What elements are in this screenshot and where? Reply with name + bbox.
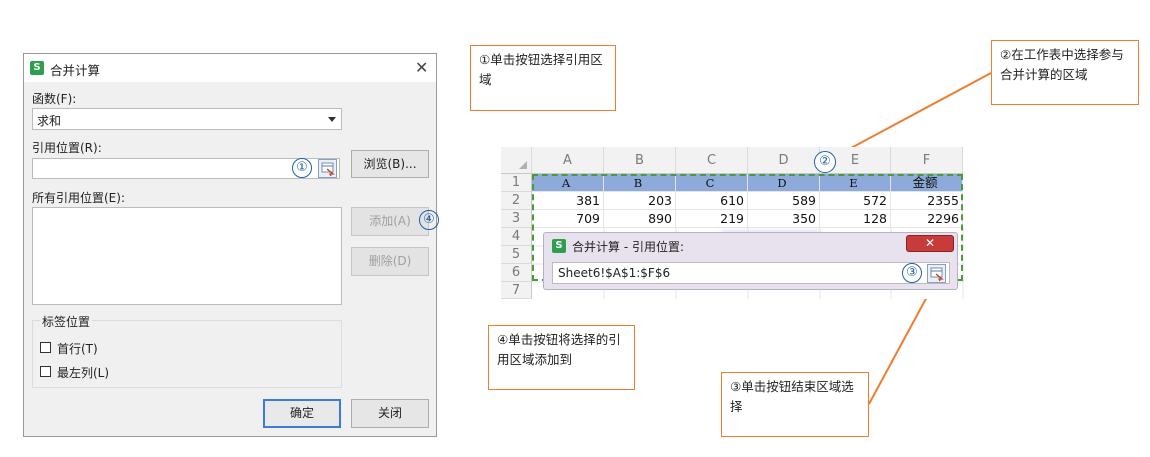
- popup-reference-value: Sheet6!$A$1:$F$6: [558, 266, 671, 280]
- reference-popup: S 合并计算 - 引用位置: ✕ Sheet6!$A$1:$F$6 ③: [543, 232, 958, 290]
- connector-2: [837, 72, 992, 156]
- expand-dialog-button[interactable]: [927, 264, 946, 283]
- row-header-5[interactable]: 5: [501, 246, 532, 264]
- popup-title: 合并计算 - 引用位置:: [572, 240, 685, 254]
- column-header-a[interactable]: A: [532, 147, 604, 174]
- wps-app-icon: S: [552, 239, 566, 253]
- column-header-c[interactable]: C: [676, 147, 748, 174]
- row-header-3[interactable]: 3: [501, 210, 532, 228]
- connector-3: [868, 281, 936, 405]
- row-header-6[interactable]: 6: [501, 264, 532, 282]
- popup-close-button[interactable]: ✕: [906, 235, 954, 252]
- range-select-icon: [930, 267, 944, 282]
- sheet-corner: [501, 147, 532, 174]
- select-all-icon: [519, 161, 527, 169]
- column-header-d[interactable]: D: [748, 147, 820, 174]
- row-header-1[interactable]: 1: [501, 174, 532, 192]
- column-header-f[interactable]: F: [891, 147, 963, 174]
- row-header-7[interactable]: 7: [501, 282, 532, 299]
- popup-reference-input[interactable]: Sheet6!$A$1:$F$6: [552, 262, 950, 284]
- column-header-b[interactable]: B: [604, 147, 676, 174]
- row-header-4[interactable]: 4: [501, 228, 532, 246]
- row-header-2[interactable]: 2: [501, 192, 532, 210]
- step-marker-2: ②: [814, 151, 836, 173]
- step-marker-3: ③: [902, 263, 922, 283]
